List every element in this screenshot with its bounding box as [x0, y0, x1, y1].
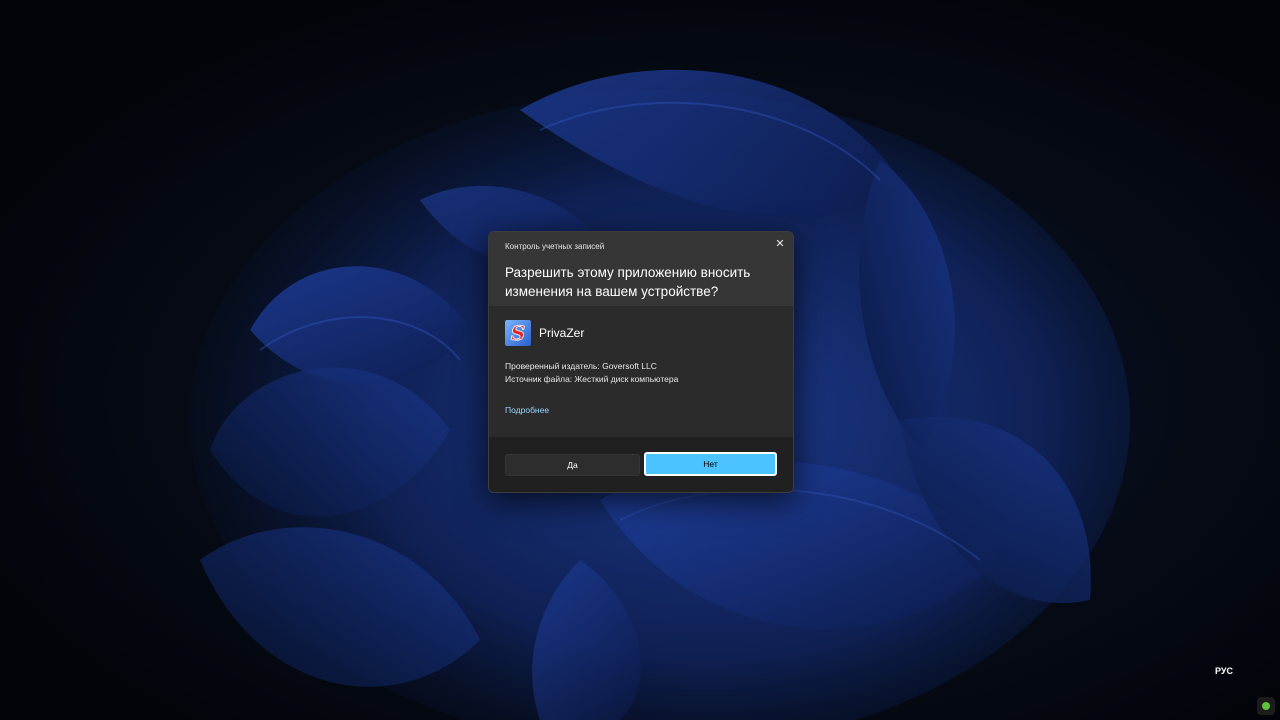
language-indicator[interactable]: РУС	[1215, 666, 1233, 676]
more-details-link[interactable]: Подробнее	[505, 405, 549, 415]
app-info-row: S PrivaZer	[505, 319, 584, 347]
desktop: Контроль учетных записей ✕ Разрешить это…	[0, 0, 1280, 720]
tray-status-icon	[1262, 702, 1270, 710]
privazer-app-icon: S	[505, 320, 531, 346]
dialog-footer: Да Нет	[489, 437, 793, 492]
yes-button[interactable]: Да	[505, 454, 640, 476]
app-name: PrivaZer	[539, 326, 585, 340]
no-button[interactable]: Нет	[644, 452, 777, 476]
publisher-text: Проверенный издатель: Goversoft LLC	[505, 361, 657, 371]
dialog-caption: Контроль учетных записей	[505, 242, 605, 251]
dialog-header: Контроль учетных записей ✕ Разрешить это…	[489, 232, 793, 306]
svg-text:S: S	[511, 321, 525, 345]
close-button[interactable]: ✕	[771, 235, 789, 253]
file-source-text: Источник файла: Жесткий диск компьютера	[505, 374, 679, 384]
close-icon: ✕	[775, 238, 785, 250]
uac-dialog: Контроль учетных записей ✕ Разрешить это…	[488, 231, 794, 493]
dialog-question: Разрешить этому приложению вносить измен…	[505, 265, 751, 299]
tray-button[interactable]	[1257, 697, 1275, 715]
